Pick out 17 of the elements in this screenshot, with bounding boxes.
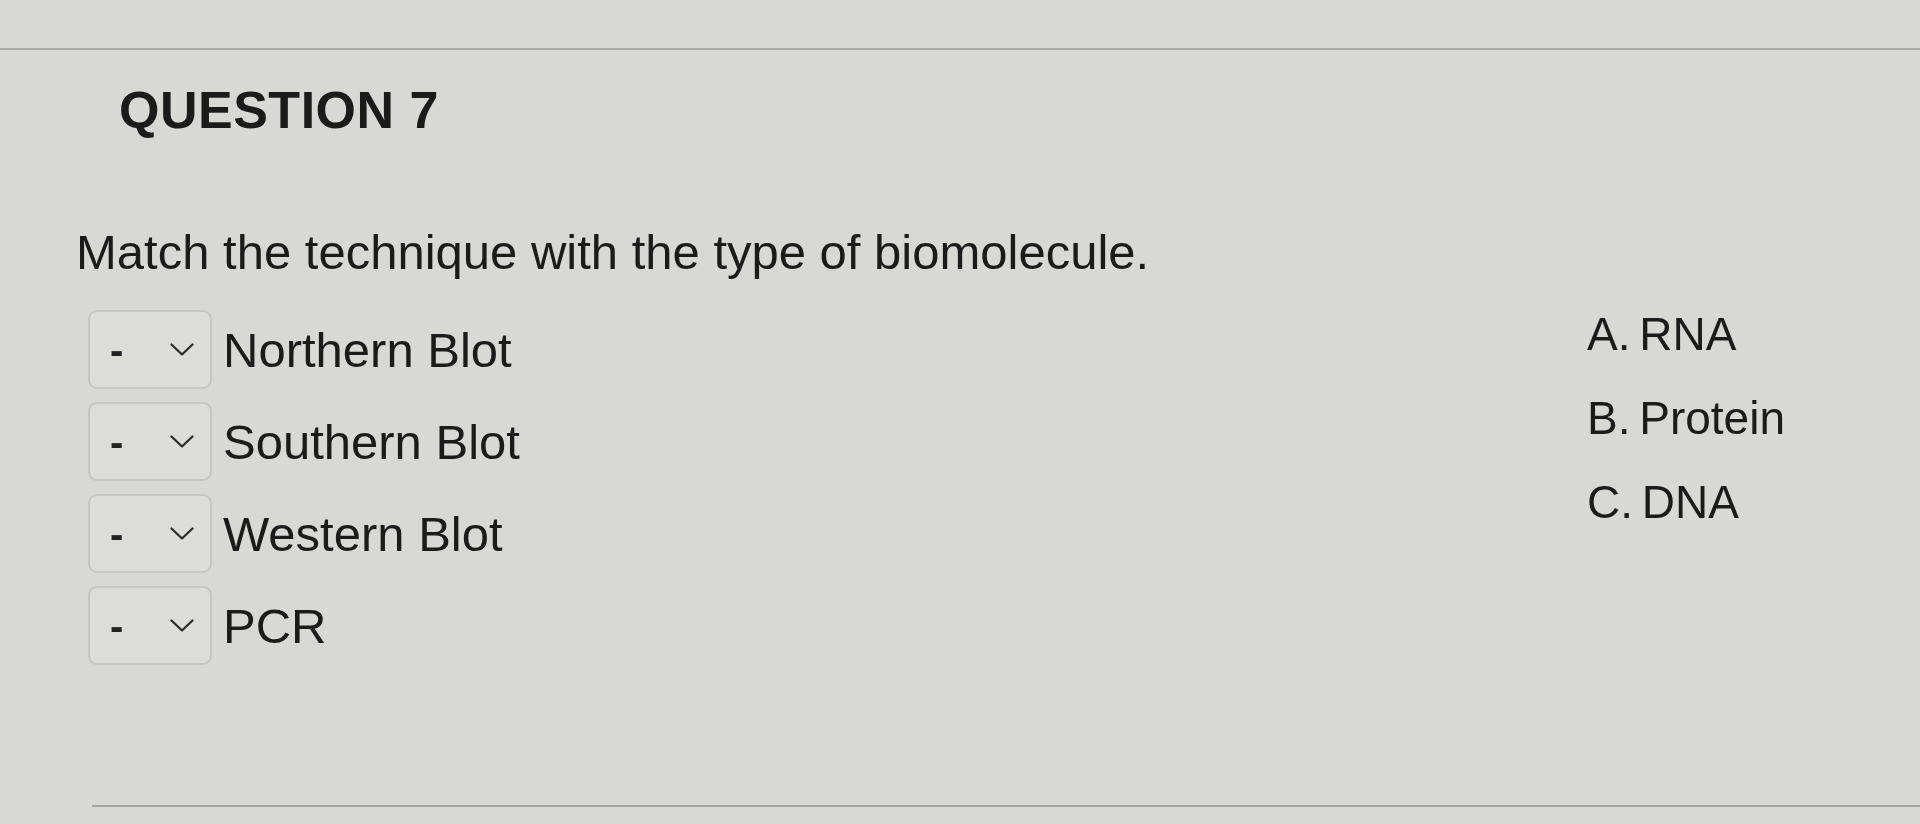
match-dropdown[interactable]: -	[88, 310, 212, 389]
chevron-down-icon	[170, 343, 194, 356]
answer-option: B. Protein	[1587, 391, 1785, 445]
question-title: QUESTION 7	[119, 84, 439, 136]
match-dropdown[interactable]: -	[88, 494, 212, 573]
chevron-down-icon	[170, 619, 194, 632]
match-dropdown[interactable]: -	[88, 586, 212, 665]
chevron-down-icon	[170, 527, 194, 540]
chevron-down-icon	[170, 435, 194, 448]
answer-option: C. DNA	[1587, 475, 1739, 529]
technique-label: Southern Blot	[223, 413, 520, 470]
technique-label: Northern Blot	[223, 321, 512, 378]
question-prompt: Match the technique with the type of biomolecule.	[76, 228, 1150, 277]
answer-option: A. RNA	[1587, 307, 1737, 361]
technique-label: Western Blot	[223, 505, 503, 562]
match-dropdown[interactable]: -	[88, 402, 212, 481]
technique-label: PCR	[223, 597, 327, 654]
